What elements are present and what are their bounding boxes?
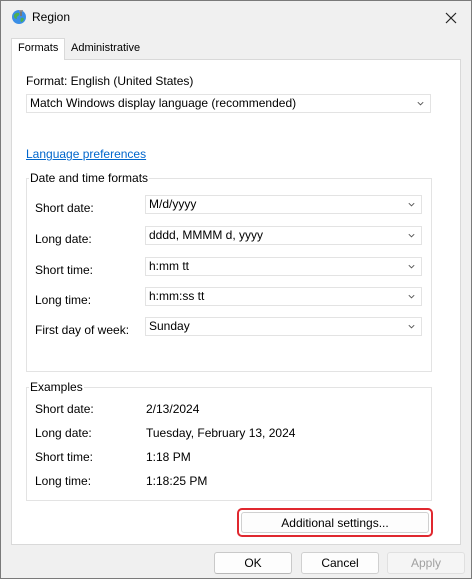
cancel-button[interactable]: Cancel (301, 552, 379, 574)
example-short-date-value: 2/13/2024 (146, 402, 200, 416)
short-date-select[interactable]: M/d/yyyy (145, 195, 422, 214)
close-button[interactable] (439, 7, 463, 29)
example-long-time-label: Long time: (35, 474, 92, 488)
chevron-down-icon (408, 233, 415, 238)
tab-administrative[interactable]: Administrative (65, 39, 145, 59)
first-day-of-week-select[interactable]: Sunday (145, 317, 422, 336)
long-time-value: h:mm:ss tt (149, 289, 205, 303)
format-label: Format: English (United States) (26, 74, 194, 88)
example-long-date-label: Long date: (35, 426, 92, 440)
example-short-time-label: Short time: (35, 450, 94, 464)
chevron-down-icon (408, 324, 415, 329)
chevron-down-icon (408, 202, 415, 207)
long-date-select[interactable]: dddd, MMMM d, yyyy (145, 226, 422, 245)
date-time-formats-title: Date and time formats (29, 171, 150, 185)
formats-panel: Format: English (United States) Match Wi… (11, 59, 461, 545)
additional-settings-button[interactable]: Additional settings... (241, 512, 429, 533)
tab-formats[interactable]: Formats (11, 38, 65, 60)
date-time-formats-group: Date and time formats Short date: M/d/yy… (26, 171, 432, 372)
format-select[interactable]: Match Windows display language (recommen… (26, 94, 431, 113)
title-bar: Region (1, 1, 471, 35)
long-date-value: dddd, MMMM d, yyyy (149, 228, 264, 242)
window-title: Region (32, 10, 71, 24)
tab-formats-label: Formats (18, 42, 59, 54)
globe-icon (12, 10, 26, 24)
example-short-date-label: Short date: (35, 402, 94, 416)
tab-administrative-label: Administrative (71, 42, 141, 54)
chevron-down-icon (408, 264, 415, 269)
examples-title: Examples (29, 380, 84, 394)
short-time-value: h:mm tt (149, 259, 190, 273)
language-preferences-link[interactable]: Language preferences (26, 147, 146, 161)
format-select-value: Match Windows display language (recommen… (30, 96, 297, 110)
additional-settings-label: Additional settings... (281, 515, 389, 530)
first-day-of-week-value: Sunday (149, 319, 190, 333)
first-day-of-week-label: First day of week: (35, 323, 130, 337)
long-time-select[interactable]: h:mm:ss tt (145, 287, 422, 306)
region-dialog: Region Formats Administrative Format: En… (0, 0, 472, 579)
long-time-label: Long time: (35, 293, 92, 307)
apply-button[interactable]: Apply (387, 552, 465, 574)
short-time-label: Short time: (35, 263, 94, 277)
example-short-time-value: 1:18 PM (146, 450, 191, 464)
short-date-value: M/d/yyyy (149, 197, 197, 211)
short-date-label: Short date: (35, 201, 94, 215)
chevron-down-icon (417, 101, 424, 106)
example-long-date-value: Tuesday, February 13, 2024 (146, 426, 296, 440)
short-time-select[interactable]: h:mm tt (145, 257, 422, 276)
example-long-time-value: 1:18:25 PM (146, 474, 208, 488)
ok-label: OK (244, 556, 262, 570)
chevron-down-icon (408, 294, 415, 299)
long-date-label: Long date: (35, 232, 92, 246)
cancel-label: Cancel (321, 556, 359, 570)
examples-group: Examples Short date: 2/13/2024 Long date… (26, 380, 432, 501)
ok-button[interactable]: OK (214, 552, 292, 574)
apply-label: Apply (410, 556, 442, 570)
close-icon (445, 12, 457, 24)
